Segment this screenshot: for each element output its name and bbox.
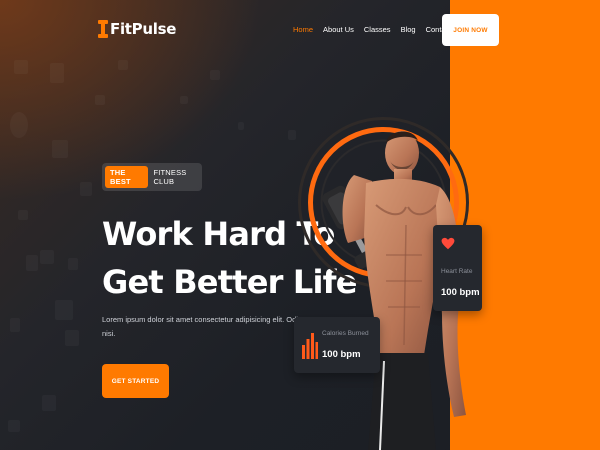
nav-item-classes[interactable]: Classes	[364, 25, 391, 34]
bg-square	[8, 420, 20, 432]
nav-item-blog[interactable]: Blog	[401, 25, 416, 34]
bg-square	[50, 63, 64, 83]
bg-square	[26, 255, 38, 271]
bg-square	[42, 395, 56, 411]
bg-square	[288, 130, 296, 140]
hero-badge: THE BEST FITNESS CLUB	[102, 163, 202, 191]
calories-value: 100 bpm	[322, 349, 361, 360]
bar-chart-icon	[302, 333, 318, 359]
dumbbell-icon	[98, 20, 108, 38]
heart-rate-label: Heart Rate	[441, 268, 473, 275]
bg-square	[65, 330, 79, 346]
calories-label: Calories Burned	[322, 330, 369, 337]
bg-square	[52, 140, 68, 158]
bg-square	[10, 112, 28, 138]
bg-square	[18, 210, 28, 220]
bg-square	[10, 318, 20, 332]
heart-icon	[441, 237, 455, 250]
nav-item-about-us[interactable]: About Us	[323, 25, 354, 34]
badge-text: FITNESS CLUB	[153, 168, 187, 186]
bg-square	[80, 182, 92, 196]
bg-square	[118, 60, 128, 70]
brand-logo[interactable]: FitPulse	[98, 20, 176, 38]
heart-rate-card: Heart Rate 100 bpm	[433, 225, 482, 311]
bg-square	[210, 70, 220, 80]
bg-square	[180, 96, 188, 104]
hero-description: Lorem ipsum dolor sit amet consectetur a…	[102, 315, 303, 338]
bg-square	[14, 60, 28, 74]
nav-item-home[interactable]: Home	[293, 25, 313, 34]
bg-square	[68, 258, 78, 270]
bg-square	[95, 95, 105, 105]
bg-square	[238, 122, 244, 130]
bg-square	[40, 250, 54, 264]
bg-square	[55, 300, 73, 320]
calories-card: Calories Burned 100 bpm	[294, 317, 380, 373]
heart-rate-value: 100 bpm	[441, 287, 480, 298]
brand-name: FitPulse	[110, 20, 177, 38]
get-started-button[interactable]: GET STARTED	[102, 364, 169, 398]
join-now-button[interactable]: JOIN NOW	[442, 14, 499, 46]
badge-highlight: THE BEST	[105, 166, 149, 188]
